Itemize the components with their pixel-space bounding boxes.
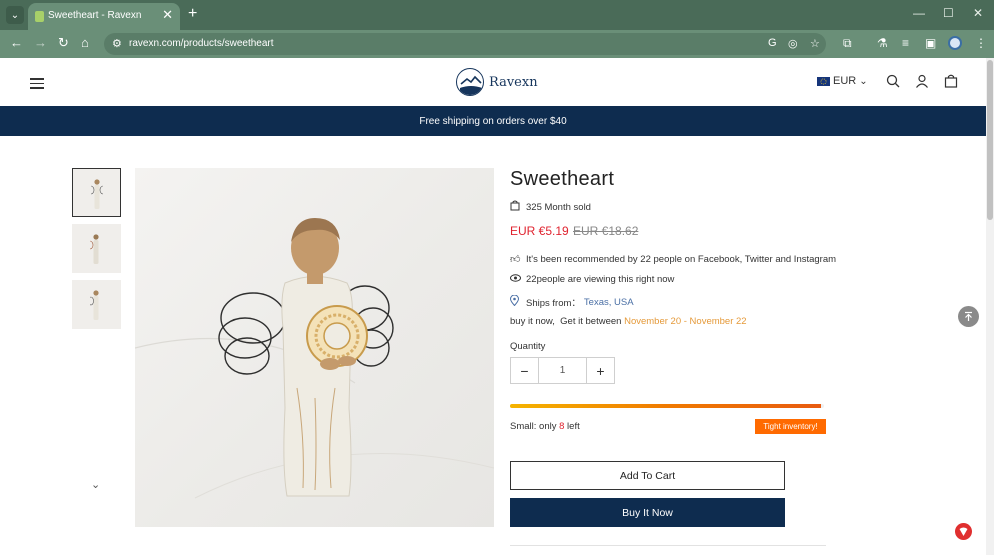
browser-tab[interactable]: Sweetheart - Ravexn ✕ bbox=[28, 3, 180, 30]
eu-flag-icon bbox=[817, 76, 830, 86]
currency-selector[interactable]: EUR ⌄ bbox=[817, 75, 868, 87]
stock-prefix: Small: only bbox=[510, 421, 560, 432]
angel-figurine-thumbnail-image bbox=[90, 290, 99, 320]
back-icon[interactable]: ← bbox=[10, 35, 23, 50]
sold-count: 325 Month sold bbox=[526, 201, 591, 213]
forward-icon[interactable]: → bbox=[34, 35, 47, 50]
inventory-progress-bar bbox=[510, 404, 824, 408]
menu-kebab-icon[interactable]: ⋮ bbox=[975, 36, 987, 50]
logo-text: Ravexn bbox=[489, 74, 538, 90]
address-bar[interactable]: ⚙ ravexn.com/products/sweetheart G ◎ ☆ bbox=[104, 33, 826, 55]
chevron-down-icon: ⌄ bbox=[859, 75, 868, 87]
inventory-progress-fill bbox=[510, 404, 821, 408]
delivery-date-range: November 20 - November 22 bbox=[624, 316, 747, 327]
ships-from-location: Texas, USA bbox=[583, 296, 634, 308]
eye-icon bbox=[510, 274, 521, 285]
ships-from-label: Ships from： bbox=[526, 298, 581, 309]
close-window-button[interactable]: ✕ bbox=[973, 6, 983, 20]
viewers-row: 22people are viewing this right now bbox=[510, 274, 674, 285]
tab-search-icon[interactable]: ⌄ bbox=[6, 6, 24, 24]
browser-tab-bar: ⌄ Sweetheart - Ravexn ✕ + — ☐ ✕ bbox=[0, 0, 994, 30]
product-thumbnail[interactable] bbox=[72, 280, 121, 329]
labs-icon[interactable]: ⚗ bbox=[877, 36, 888, 50]
angel-figurine-image bbox=[135, 218, 494, 499]
quantity-input[interactable]: 1 bbox=[538, 358, 587, 383]
viewers-text: 22people are viewing this right now bbox=[526, 274, 675, 285]
shopping-bag-icon bbox=[510, 200, 521, 214]
original-price: EUR €18.62 bbox=[573, 224, 639, 238]
quantity-stepper: − 1 + bbox=[510, 357, 615, 384]
hamburger-menu-icon[interactable] bbox=[30, 78, 44, 89]
delivery-row: buy it now, Get it between November 20 -… bbox=[510, 316, 747, 327]
sold-count-row: 325 Month sold bbox=[510, 200, 591, 214]
sale-price: EUR €5.19 bbox=[510, 224, 569, 238]
recommendation-text: It's been recommended by 22 people on Fa… bbox=[526, 253, 837, 265]
decrease-quantity-button[interactable]: − bbox=[511, 358, 538, 383]
site-header: Ravexn EUR ⌄ bbox=[0, 58, 986, 106]
product-title: Sweetheart bbox=[510, 168, 615, 190]
chat-widget-icon[interactable] bbox=[955, 523, 972, 540]
bookmark-star-icon[interactable]: ☆ bbox=[810, 37, 820, 50]
product-thumbnail[interactable] bbox=[72, 168, 121, 217]
reading-list-icon[interactable]: ≡ bbox=[902, 36, 909, 50]
minimize-button[interactable]: — bbox=[913, 6, 925, 20]
ships-from-row: Ships from： Texas, USA bbox=[509, 294, 634, 309]
thumbs-up-icon: 👍︎ bbox=[510, 254, 521, 265]
thumbnails-next-chevron-icon[interactable]: ⌄ bbox=[91, 478, 100, 491]
url-text[interactable]: ravexn.com/products/sweetheart bbox=[129, 38, 274, 49]
eye-off-icon[interactable]: ◎ bbox=[788, 37, 798, 50]
currency-code: EUR bbox=[833, 75, 857, 87]
location-pin-icon bbox=[509, 294, 521, 309]
promo-banner: Free shipping on orders over $40 bbox=[0, 106, 986, 136]
extensions-icon[interactable]: ⧉ bbox=[843, 36, 852, 51]
side-panel-icon[interactable]: ▣ bbox=[925, 36, 936, 50]
tab-title: Sweetheart - Ravexn bbox=[48, 10, 142, 21]
scrollbar-thumb[interactable] bbox=[987, 60, 993, 220]
buy-it-now-button[interactable]: Buy It Now bbox=[510, 498, 785, 527]
arrow-up-icon bbox=[965, 311, 972, 321]
quantity-label: Quantity bbox=[510, 341, 546, 352]
new-tab-button[interactable]: + bbox=[188, 5, 197, 23]
add-to-cart-button[interactable]: Add To Cart bbox=[510, 461, 785, 490]
delivery-prefix: buy it now, Get it between bbox=[510, 316, 625, 327]
site-info-icon[interactable]: ⚙ bbox=[112, 37, 122, 50]
back-to-top-button[interactable] bbox=[958, 306, 979, 327]
site-logo[interactable]: Ravexn bbox=[456, 68, 538, 96]
recommendation-row: 👍︎ It's been recommended by 22 people on… bbox=[510, 253, 837, 266]
reload-icon[interactable]: ↻ bbox=[58, 35, 69, 51]
increase-quantity-button[interactable]: + bbox=[587, 358, 614, 383]
google-icon[interactable]: G bbox=[768, 37, 777, 49]
tab-close-icon[interactable]: ✕ bbox=[162, 7, 173, 23]
angel-figurine-thumbnail-image bbox=[90, 234, 99, 264]
browser-toolbar: ← → ↻ ⌂ ⚙ ravexn.com/products/sweetheart… bbox=[0, 30, 994, 58]
main-product-image[interactable] bbox=[135, 168, 494, 527]
maximize-button[interactable]: ☐ bbox=[943, 6, 954, 20]
page-scrollbar[interactable] bbox=[986, 58, 994, 555]
stock-suffix: left bbox=[564, 421, 580, 432]
home-icon[interactable]: ⌂ bbox=[81, 35, 89, 50]
stock-remaining: Small: only 8 left bbox=[510, 421, 580, 432]
account-icon[interactable] bbox=[915, 74, 929, 88]
shopify-favicon-icon bbox=[35, 11, 44, 22]
product-thumbnail[interactable] bbox=[72, 224, 121, 273]
tight-inventory-badge: Tight inventory! bbox=[755, 419, 826, 434]
search-icon[interactable] bbox=[886, 74, 900, 88]
cart-bag-icon[interactable] bbox=[944, 74, 958, 88]
angel-figurine-thumbnail-image bbox=[91, 179, 103, 209]
profile-avatar[interactable] bbox=[948, 36, 962, 50]
section-divider bbox=[510, 545, 826, 546]
logo-mountain-icon bbox=[456, 68, 484, 96]
